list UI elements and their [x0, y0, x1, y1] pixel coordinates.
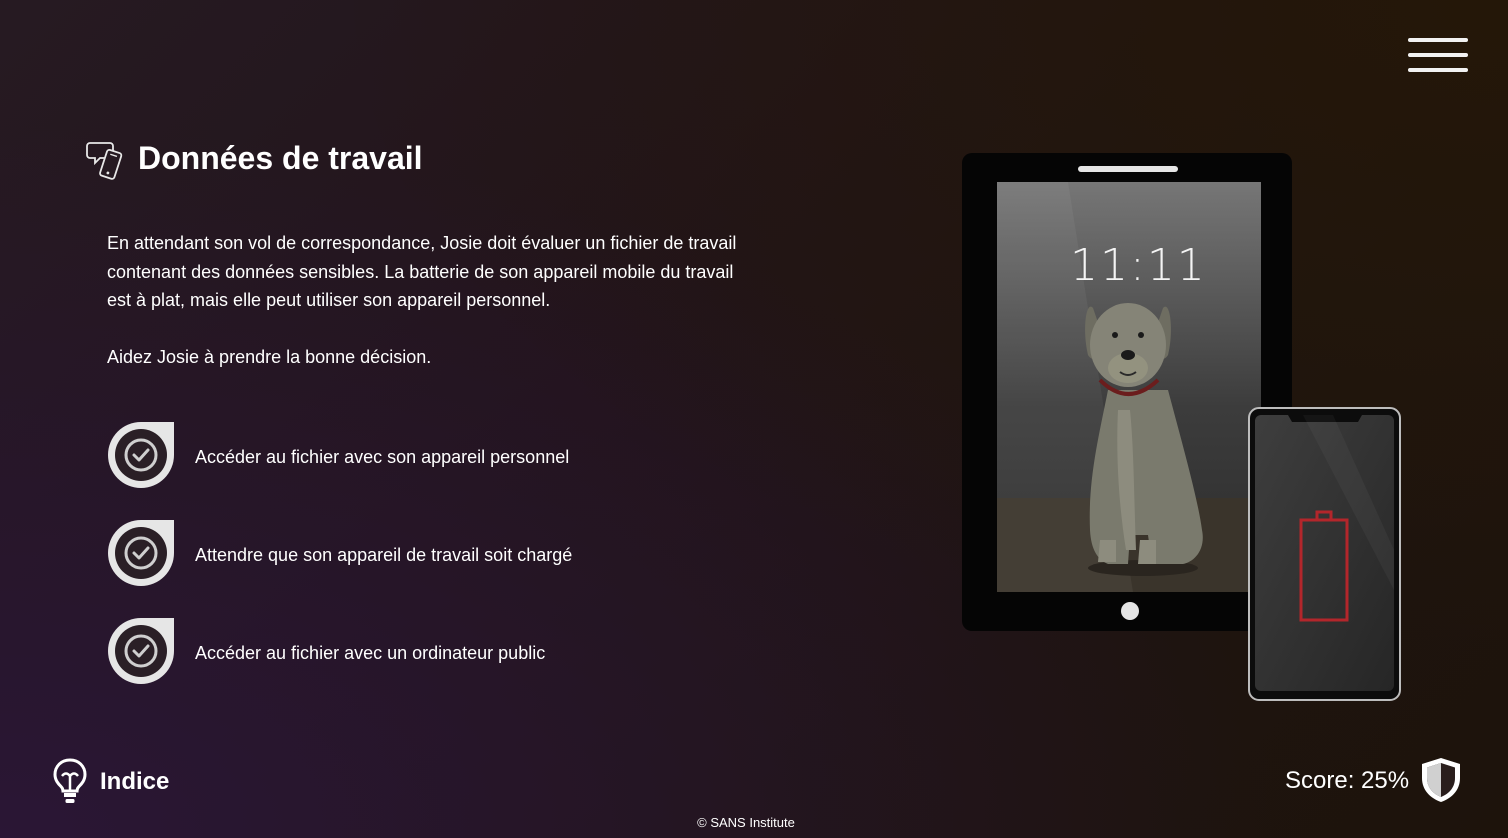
phone-device: [1248, 407, 1401, 701]
check-circle-icon: [108, 422, 174, 488]
check-circle-icon: [108, 520, 174, 586]
score-text: Score: 25%: [1285, 767, 1410, 794]
scenario-instruction: Aidez Josie à prendre la bonne décision.: [107, 347, 432, 367]
scenario-paragraph: En attendant son vol de correspondance, …: [107, 233, 737, 310]
tablet-device: [962, 153, 1292, 631]
option-label: Accéder au fichier avec un ordinateur pu…: [195, 643, 546, 663]
shield-icon: [1422, 758, 1460, 802]
chat-phone-icon: [86, 142, 123, 180]
copyright-text: © SANS Institute: [697, 815, 795, 830]
hint-button[interactable]: Indice: [52, 757, 192, 805]
scenario-description: En attendant son vol de correspondance, …: [107, 229, 757, 372]
page-title: Données de travail: [138, 140, 423, 176]
hint-label: Indice: [100, 768, 170, 795]
option-wait-charge[interactable]: Attendre que son appareil de travail soi…: [106, 518, 726, 588]
devices-illustration: [962, 153, 1401, 701]
lightbulb-icon: [53, 758, 87, 803]
option-public-computer[interactable]: Accéder au fichier avec un ordinateur pu…: [106, 616, 726, 686]
tablet-clock: 11:11: [1070, 240, 1207, 291]
option-personal-device[interactable]: Accéder au fichier avec son appareil per…: [106, 420, 726, 490]
hamburger-menu-icon[interactable]: [1408, 36, 1468, 74]
option-label: Attendre que son appareil de travail soi…: [195, 545, 573, 565]
option-label: Accéder au fichier avec son appareil per…: [195, 447, 570, 467]
check-circle-icon: [108, 618, 174, 684]
